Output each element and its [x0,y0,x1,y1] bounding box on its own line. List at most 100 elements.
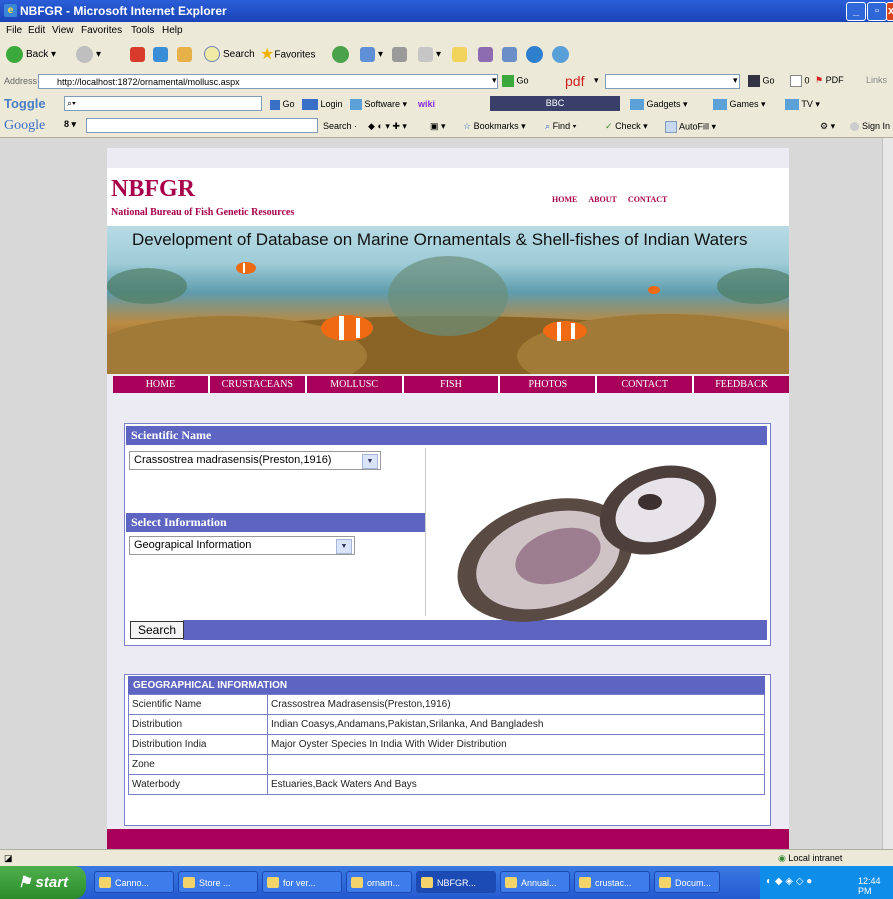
taskbar-item[interactable]: Store ... [178,871,258,893]
nav-crustaceans[interactable]: CRUSTACEANS [209,376,307,393]
search-button[interactable]: Search [204,46,255,64]
bookmark-star-icon: ☆ [463,121,472,131]
top-link-contact[interactable]: CONTACT [628,195,667,204]
minimize-button[interactable]: _ [846,2,866,21]
taskbar-item[interactable]: Annual... [500,871,570,893]
toggle-go-button[interactable]: Go [270,99,295,110]
go-arrow-icon [502,75,514,87]
clock[interactable]: 12:44 PM [858,876,893,896]
nav-feedback[interactable]: FEEDBACK [694,376,790,393]
nav-photos[interactable]: PHOTOS [500,376,598,393]
software-button[interactable]: Software ▾ [350,99,407,111]
menu-help[interactable]: Help [162,25,183,36]
google-g-icon[interactable]: 8 ▾ [64,119,76,130]
tv-button[interactable]: TV ▾ [785,99,820,111]
address-dropdown-icon[interactable]: ▾ [492,75,497,86]
favorites-button[interactable]: ★Favorites [260,46,315,64]
messenger-button[interactable] [502,46,520,64]
signin-button[interactable]: Sign In [850,121,890,132]
extra-button[interactable] [552,46,572,64]
app-icon [99,877,111,888]
select-information-select[interactable]: Geograpical Information ▼ [129,536,355,555]
document-icon [505,877,517,888]
google-search-input[interactable] [86,118,318,133]
links-button[interactable]: Links [866,75,887,85]
google-search-button[interactable]: Search · [323,121,357,131]
menu-tools[interactable]: Tools [131,25,154,36]
address-input[interactable]: http://localhost:1872/ornamental/mollusc… [38,74,498,89]
find-icon: ⌕ [545,121,551,131]
taskbar-item[interactable]: crustac... [574,871,650,893]
pdf-go-button[interactable]: Go [748,75,775,87]
pdf-search-dropdown-icon[interactable]: ▾ [733,75,738,86]
back-button[interactable]: Back ▾ [6,46,56,64]
site-logo[interactable]: NBFGR [111,176,195,203]
pdf-dropdown-icon[interactable]: ▾ [594,75,599,86]
software-icon [350,99,362,111]
nav-mollusc[interactable]: MOLLUSC [306,376,404,393]
top-link-home[interactable]: HOME [552,195,577,204]
menu-view[interactable]: View [52,25,74,36]
search-button[interactable]: Search [130,621,184,639]
research-button[interactable] [478,46,496,64]
nav-contact[interactable]: CONTACT [597,376,695,393]
taskbar-item[interactable]: ornam... [346,871,412,893]
login-button[interactable]: Login [302,99,343,111]
wiki-button[interactable]: wiki [418,99,435,109]
nav-fish[interactable]: FISH [403,376,501,393]
row-value: Crassostrea Madrasensis(Preston,1916) [267,694,765,715]
google-extra-icons[interactable]: ◆ ◐ ▾ ✚ ▾ [368,121,407,132]
nav-home[interactable]: HOME [113,376,210,393]
taskbar-item[interactable]: for ver... [262,871,342,893]
back-arrow-icon [6,46,23,63]
bookmarks-button[interactable]: ☆ Bookmarks ▾ [463,121,526,132]
top-link-about[interactable]: ABOUT [588,195,616,204]
settings-wrench-icon[interactable]: ⚙ ▾ [820,121,835,132]
folder-icon [452,46,467,62]
find-button[interactable]: ⌕ Find ▾ [545,121,576,132]
toggle-search-input[interactable]: ⌕▾ [64,96,262,111]
menu-favorites[interactable]: Favorites [81,25,122,36]
taskbar-item-active[interactable]: NBFGR... [416,871,496,893]
close-button[interactable]: x [886,2,893,21]
status-bar: ◪ ◉ Local intranet [0,849,893,867]
menu-file[interactable]: File [6,25,22,36]
address-go-button[interactable]: Go [502,75,529,87]
pdf-counter[interactable]: 0 [790,75,810,87]
discuss-button[interactable] [452,46,470,64]
toggle-button[interactable]: Toggle [4,96,46,111]
check-button[interactable]: ✓ Check ▾ [605,121,648,132]
row-label: Waterbody [128,774,268,795]
pdf-logo: pdf [565,73,585,89]
panel-divider [425,448,426,616]
pdf-search-input[interactable] [605,74,740,89]
google-popup-icon[interactable]: ▣ ▾ [430,121,446,132]
mail-button[interactable]: ▾ [360,46,383,64]
menu-edit[interactable]: Edit [28,25,45,36]
history-button[interactable] [332,46,352,64]
print-button[interactable] [392,46,410,64]
gadgets-button[interactable]: Gadgets ▾ [630,99,688,111]
row-value [267,754,765,775]
home-button[interactable] [177,46,195,64]
start-button[interactable]: ⚑ start [0,866,86,899]
scientific-name-select[interactable]: Crassostrea madrasensis(Preston,1916) ▼ [129,451,381,470]
media-button[interactable] [526,46,546,64]
vertical-scrollbar[interactable] [882,138,893,849]
bbc-player[interactable]: BBC [490,96,620,111]
taskbar-item[interactable]: Canno... [94,871,174,893]
forward-button[interactable]: ▾ [76,46,101,64]
stop-button[interactable] [130,46,148,64]
games-button[interactable]: Games ▾ [713,99,766,111]
refresh-button[interactable] [153,46,171,64]
address-bar: Address http://localhost:1872/ornamental… [0,71,893,94]
page-status-icon: ◪ [4,853,13,863]
edit-button[interactable]: ▾ [418,46,441,64]
taskbar-item[interactable]: Docum... [654,871,720,893]
pdf-button[interactable]: ⚑ PDF [815,75,844,86]
tray-icons[interactable]: ◐ ◆ ◈ ◇ ● [766,876,812,887]
menu-bar: File Edit View Favorites Tools Help [0,22,893,40]
autofill-button[interactable]: AutoFill ▾ [665,121,716,133]
login-icon [302,99,318,111]
maximize-button[interactable]: ▫ [867,2,887,21]
